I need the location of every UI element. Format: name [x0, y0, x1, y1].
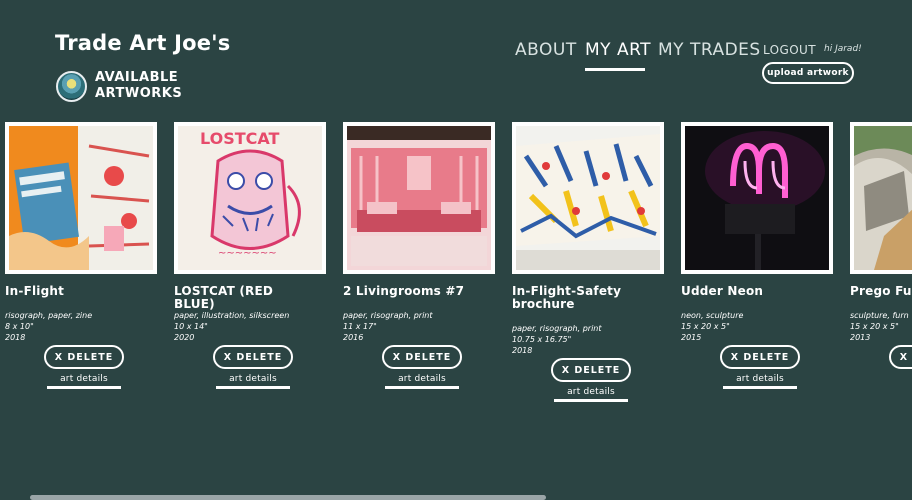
artwork-title[interactable]: 2 Livingrooms #7	[343, 285, 483, 298]
profile-avatar[interactable]	[56, 70, 87, 102]
collection-header: AVAILABLE ARTWORKS	[56, 70, 195, 102]
artwork-card: LOSTCAT ~~~~~~~ LOSTCAT (RED BLUE) paper…	[174, 122, 334, 389]
artwork-year: 2016	[343, 333, 364, 342]
artwork-title[interactable]: Udder Neon	[681, 285, 821, 298]
upload-artwork-button[interactable]: upload artwork	[762, 62, 854, 84]
nav-my-trades[interactable]: MY TRADES	[658, 40, 761, 60]
delete-button[interactable]: X DELETE	[382, 345, 462, 369]
art-details-link[interactable]: art details	[47, 374, 121, 389]
art-details-link[interactable]: art details	[723, 374, 797, 389]
artwork-card: Udder Neon neon, sculpture 15 x 20 x 5" …	[681, 122, 841, 389]
artwork-card: In-Flight-Safety brochure paper, risogra…	[512, 122, 672, 402]
artwork-card: 2 Livingrooms #7 paper, risograph, print…	[343, 122, 503, 389]
nav-my-art[interactable]: MY ART	[585, 40, 651, 60]
artwork-year: 2013	[850, 333, 871, 342]
brand-title[interactable]: Trade Art Joe's	[55, 31, 231, 55]
artwork-thumbnail[interactable]: LOSTCAT ~~~~~~~	[174, 122, 326, 274]
art-details-link[interactable]: art details	[385, 374, 459, 389]
artwork-year: 2018	[5, 333, 26, 342]
delete-button[interactable]: X DELETE	[551, 358, 631, 382]
artwork-thumbnail[interactable]	[512, 122, 664, 274]
artwork-year: 2020	[174, 333, 195, 342]
artwork-year: 2015	[681, 333, 702, 342]
artwork-thumbnail[interactable]	[5, 122, 157, 274]
art-details-link[interactable]: art details	[554, 387, 628, 402]
delete-button[interactable]: X DELETE	[44, 345, 124, 369]
svg-text:~~~~~~~: ~~~~~~~	[218, 248, 277, 259]
horizontal-scrollbar[interactable]	[30, 495, 546, 500]
svg-text:LOSTCAT: LOSTCAT	[200, 129, 280, 148]
artwork-year: 2018	[512, 346, 533, 355]
delete-button[interactable]: X DELETE	[720, 345, 800, 369]
artwork-card: Prego Furn sculpture, furn 15 x 20 x 5" …	[850, 122, 912, 402]
collection-label: AVAILABLE ARTWORKS	[95, 70, 183, 101]
artwork-thumbnail[interactable]	[850, 122, 912, 274]
user-greeting: hi Jarad!	[824, 44, 862, 54]
artwork-title[interactable]: In-Flight	[5, 285, 145, 298]
artwork-title[interactable]: In-Flight-Safety brochure	[512, 285, 652, 311]
artwork-card: In-Flight risograph, paper, zine 8 x 10"…	[5, 122, 165, 389]
delete-button[interactable]: X DELETE	[213, 345, 293, 369]
artwork-title[interactable]: LOSTCAT (RED BLUE)	[174, 285, 314, 311]
artwork-thumbnail[interactable]	[343, 122, 495, 274]
artwork-title[interactable]: Prego Furn	[850, 285, 912, 298]
artwork-thumbnail[interactable]	[681, 122, 833, 274]
art-details-link[interactable]: art details	[216, 374, 290, 389]
delete-button[interactable]: X DELETE	[889, 345, 912, 369]
nav-about[interactable]: ABOUT	[515, 40, 577, 60]
nav-active-underline	[585, 68, 645, 71]
logout-link[interactable]: LOGOUT	[763, 43, 816, 57]
